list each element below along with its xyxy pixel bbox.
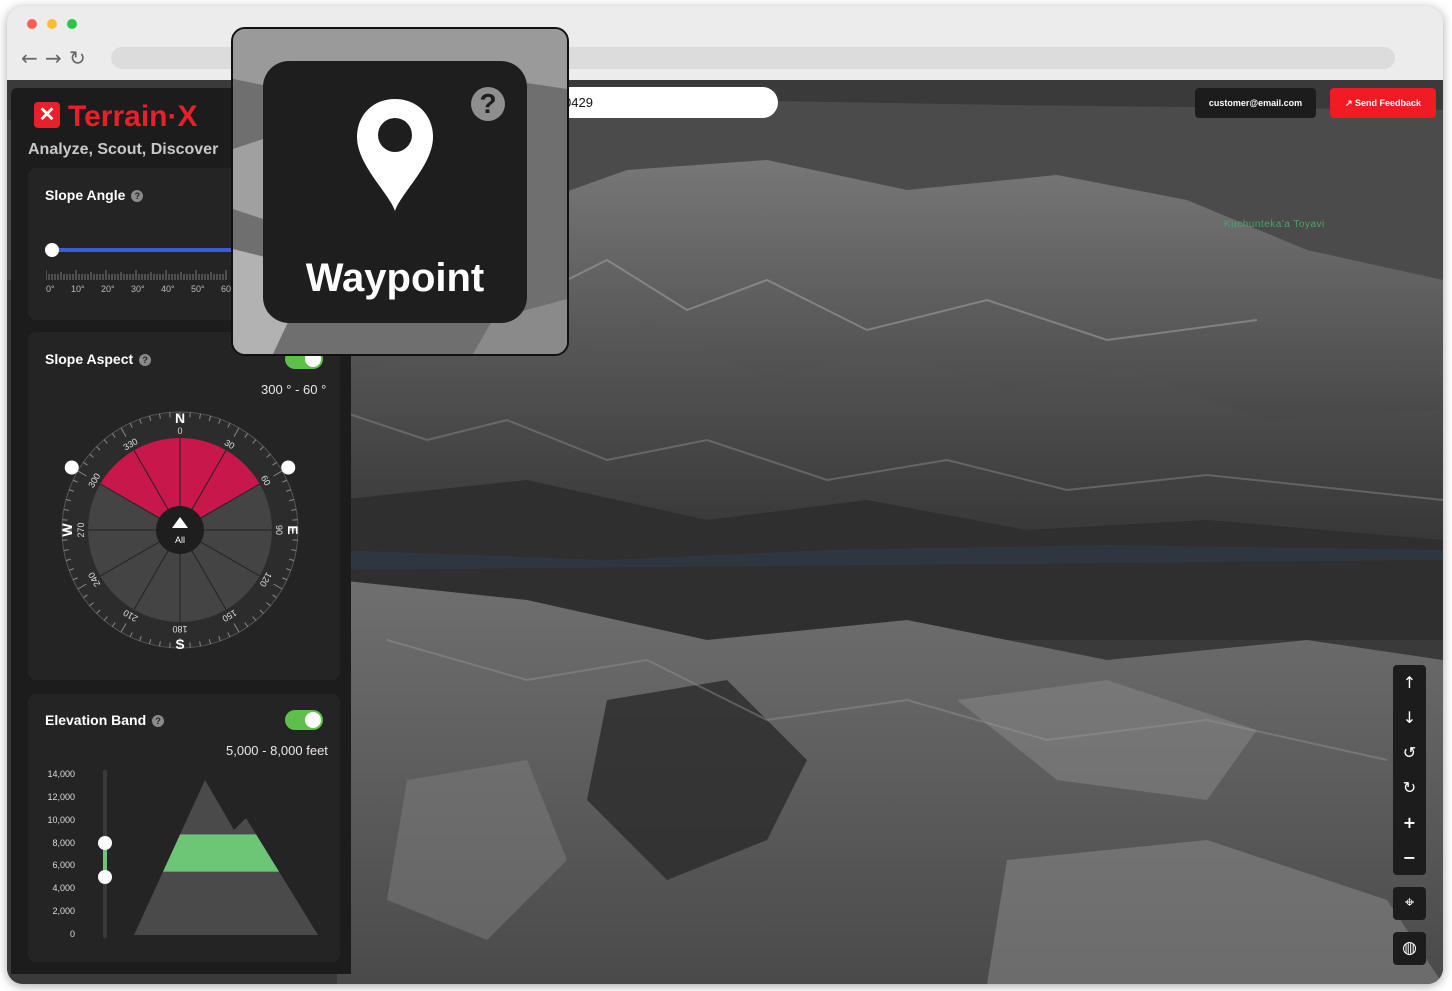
compass-center-label: All bbox=[175, 535, 185, 545]
app-brand-title: Terrain·X bbox=[68, 100, 198, 133]
elevation-axis-label: 10,000 bbox=[47, 814, 75, 825]
reload-icon[interactable]: ↻ bbox=[69, 48, 86, 68]
zoom-out-icon[interactable]: − bbox=[1393, 840, 1426, 875]
send-feedback-button[interactable]: ↗ Send Feedback bbox=[1330, 88, 1436, 118]
elevation-axis-label: 8,000 bbox=[52, 837, 75, 848]
elevation-axis-label: 14,000 bbox=[47, 769, 75, 779]
maximize-window-button[interactable] bbox=[67, 19, 77, 29]
compass-degree-label: 180 bbox=[172, 624, 187, 634]
slope-angle-tick: 60 bbox=[221, 284, 232, 294]
back-arrow-icon[interactable]: ← bbox=[21, 48, 38, 68]
zoom-in-icon[interactable]: + bbox=[1393, 805, 1426, 840]
slope-angle-tick: 40° bbox=[161, 284, 175, 294]
elevation-band-title: Elevation Band? bbox=[45, 711, 165, 729]
map-pin-icon bbox=[357, 99, 433, 211]
aspect-start-handle[interactable] bbox=[64, 460, 79, 475]
account-email-button[interactable]: customer@email.com bbox=[1195, 88, 1316, 118]
minimize-window-button[interactable] bbox=[47, 19, 57, 29]
elevation-band-help-icon[interactable]: ? bbox=[152, 715, 165, 727]
map-control-group: ↑ ↓ ↺ ↻ + − bbox=[1393, 665, 1426, 875]
compass-north-label: N bbox=[175, 410, 185, 426]
elevation-axis-label: 4,000 bbox=[52, 883, 75, 894]
slope-angle-title-text: Slope Angle bbox=[45, 187, 126, 203]
slope-angle-slider-handle[interactable] bbox=[45, 243, 59, 257]
compass-center[interactable] bbox=[156, 506, 204, 554]
pan-down-icon[interactable]: ↓ bbox=[1393, 700, 1426, 735]
app-tagline: Analyze, Scout, Discover bbox=[28, 141, 219, 158]
compass-degree-label: 270 bbox=[76, 522, 86, 537]
compass-east-label: E bbox=[285, 525, 301, 534]
elevation-axis-label: 12,000 bbox=[47, 791, 75, 802]
slope-angle-help-icon[interactable]: ? bbox=[131, 190, 144, 202]
slope-angle-tick: 50° bbox=[191, 284, 205, 294]
slope-angle-tick: 30° bbox=[131, 284, 145, 294]
elevation-axis-label: 0 bbox=[69, 929, 75, 939]
slope-angle-title: Slope Angle? bbox=[45, 186, 144, 204]
elevation-high-handle[interactable] bbox=[98, 835, 112, 850]
elevation-axis-label: 6,000 bbox=[52, 860, 75, 871]
slope-aspect-range: 300 ° - 60 ° bbox=[261, 382, 327, 397]
external-link-icon: ↗ bbox=[1344, 98, 1353, 108]
elevation-band-title-text: Elevation Band bbox=[45, 712, 147, 728]
slope-angle-slider-track[interactable] bbox=[52, 248, 242, 252]
pan-up-icon[interactable]: ↑ bbox=[1393, 665, 1426, 700]
waypoint-title: Waypoint bbox=[305, 256, 485, 300]
slope-aspect-title-text: Slope Aspect bbox=[45, 351, 134, 367]
elevation-low-handle[interactable] bbox=[98, 869, 112, 884]
browser-toolbar: ← → ↻ bbox=[7, 6, 1443, 80]
search-input[interactable]: 0429 bbox=[540, 87, 778, 118]
slope-angle-ruler bbox=[46, 270, 227, 280]
elevation-band-toggle[interactable] bbox=[285, 710, 323, 730]
slope-angle-tick: 10° bbox=[71, 284, 85, 294]
locate-icon[interactable]: ⌖ bbox=[1393, 887, 1426, 920]
compass-west-label: W bbox=[59, 523, 75, 537]
compass-degree-label: 90 bbox=[274, 525, 284, 535]
aspect-end-handle[interactable] bbox=[281, 460, 296, 475]
elevation-mountain-graphic bbox=[134, 780, 318, 935]
compass-south-label: S bbox=[175, 636, 184, 652]
compass-degree-label: 0 bbox=[177, 426, 182, 436]
close-window-button[interactable] bbox=[27, 19, 37, 29]
waypoint-tool-button[interactable]: ? Waypoint bbox=[263, 61, 527, 323]
app-logo-close-icon: ✕ bbox=[34, 102, 60, 128]
slope-angle-tick: 20° bbox=[101, 284, 115, 294]
waypoint-zoom-callout: ? Waypoint bbox=[231, 27, 569, 356]
rotate-right-icon[interactable]: ↻ bbox=[1393, 770, 1426, 805]
send-feedback-label: Send Feedback bbox=[1355, 98, 1422, 108]
elevation-band-highlight bbox=[134, 834, 318, 872]
elevation-axis-label: 2,000 bbox=[52, 906, 75, 917]
waypoint-help-icon[interactable]: ? bbox=[471, 87, 505, 121]
map-place-label: Kuchunteka'a Toyavi bbox=[1224, 219, 1325, 230]
slope-aspect-title: Slope Aspect? bbox=[45, 350, 152, 368]
slope-angle-tick: 0° bbox=[46, 284, 55, 294]
aspect-compass[interactable]: All N S E W 0306090120150180210240270300… bbox=[30, 400, 330, 660]
rotate-left-icon[interactable]: ↺ bbox=[1393, 735, 1426, 770]
globe-icon[interactable]: ◍ bbox=[1393, 932, 1426, 965]
forward-arrow-icon[interactable]: → bbox=[45, 48, 62, 68]
slope-aspect-help-icon[interactable]: ? bbox=[139, 354, 152, 366]
elevation-band-range: 5,000 - 8,000 feet bbox=[226, 743, 328, 758]
